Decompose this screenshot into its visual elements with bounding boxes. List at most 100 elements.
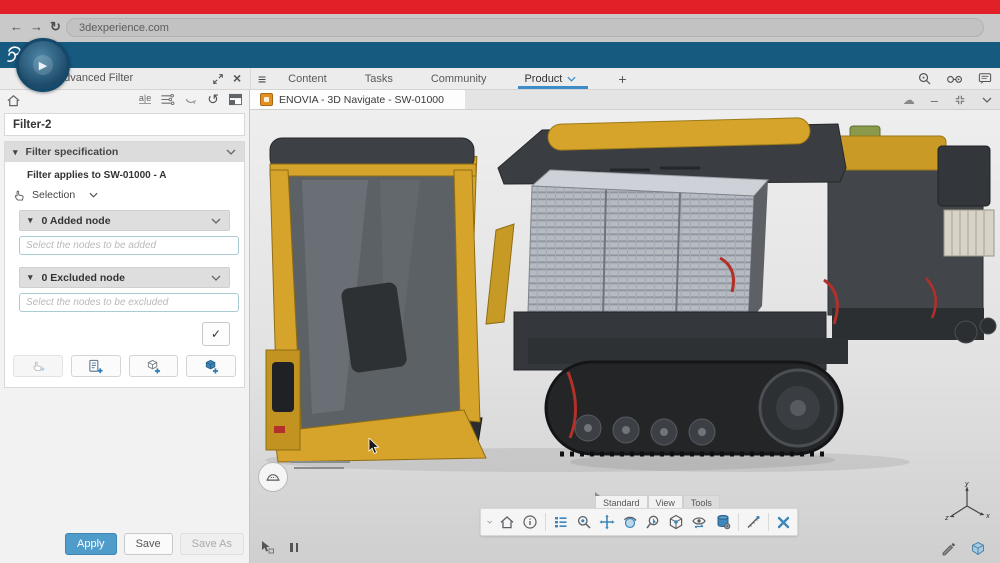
expand-widget-icon[interactable]	[212, 73, 224, 85]
toolbar-tab-view[interactable]: View	[648, 495, 683, 509]
3d-viewport[interactable]: Standard View Tools	[250, 110, 1000, 563]
rear-engine-module	[828, 126, 996, 343]
chevron-down-icon[interactable]	[211, 218, 221, 224]
compass-play-icon[interactable]: ▶	[33, 55, 53, 75]
dashboard-menu-icon[interactable]: ≡	[258, 71, 266, 87]
playback-bar	[260, 540, 298, 554]
added-node-section-header[interactable]: ▾ 0 Added node	[19, 210, 230, 231]
select-pointer-icon[interactable]	[260, 540, 276, 554]
added-node-label: 0 Added node	[42, 215, 111, 227]
tab-tasks[interactable]: Tasks	[365, 73, 393, 85]
undo-icon[interactable]: ↺	[207, 92, 219, 106]
filter-name-row[interactable]: Filter-2	[4, 113, 245, 136]
filter-specification-header[interactable]: ▾ Filter specification	[5, 142, 244, 162]
vtab-label: Tools	[691, 498, 712, 508]
triangle-down-icon: ▾	[28, 272, 33, 283]
toolbar-collapse-chevron-icon[interactable]	[487, 519, 492, 525]
pan-icon[interactable]	[599, 513, 615, 532]
add-tab-icon[interactable]: +	[618, 71, 626, 87]
tab-label: Product	[524, 73, 562, 85]
helmet-icon	[265, 471, 281, 483]
url-text: 3dexperience.com	[79, 22, 169, 34]
layout-panes-icon[interactable]	[228, 93, 243, 106]
axis-z-label: z	[945, 513, 949, 522]
list-add-icon	[88, 359, 103, 374]
toolbar-divider	[768, 513, 769, 531]
corner-tools	[940, 540, 986, 556]
minimize-icon[interactable]: –	[931, 93, 938, 108]
watch-media-icon[interactable]	[946, 72, 964, 85]
address-bar[interactable]: 3dexperience.com	[66, 18, 984, 37]
rename-icon[interactable]: a|e	[139, 94, 151, 104]
iso-view-icon[interactable]	[668, 513, 684, 532]
close-widget-icon[interactable]: ×	[233, 70, 241, 86]
browser-reload-icon[interactable]: ↻	[50, 19, 61, 35]
robot-assistant-button[interactable]	[258, 462, 288, 492]
restore-window-icon[interactable]	[954, 94, 966, 106]
tab-content[interactable]: Content	[288, 73, 327, 85]
database-settings-icon[interactable]	[715, 513, 731, 532]
cube-add-icon	[146, 359, 161, 374]
filter-specification-card: ▾ Filter specification Filter applies to…	[4, 141, 245, 388]
chevron-down-icon[interactable]	[89, 192, 98, 198]
browser-chrome: ← → ↻ 3dexperience.com	[0, 14, 1000, 42]
filter-name-label: Filter-2	[13, 119, 51, 131]
3dexperience-compass[interactable]: ▶	[16, 38, 70, 92]
home-view-icon[interactable]	[499, 513, 515, 532]
selection-dropdown[interactable]: Selection	[13, 188, 234, 202]
select-add-button[interactable]	[13, 355, 63, 377]
info-icon[interactable]	[522, 513, 538, 532]
toolbar-tab-standard[interactable]: Standard	[595, 495, 648, 509]
zoom-select-icon[interactable]	[645, 513, 661, 532]
apply-button[interactable]: Apply	[65, 533, 117, 555]
vtab-label: Standard	[603, 498, 640, 508]
annotate-pen-icon[interactable]	[940, 540, 956, 556]
chat-icon[interactable]	[978, 72, 992, 85]
browser-forward-icon[interactable]: →	[30, 19, 43, 34]
cube-filled-add-icon	[204, 359, 219, 374]
validate-filter-button[interactable]: ✓	[202, 322, 230, 346]
add-product-button[interactable]	[186, 355, 236, 377]
chevron-down-icon[interactable]	[226, 149, 236, 155]
hand-select-icon	[13, 188, 26, 202]
excluded-node-section-header[interactable]: ▾ 0 Excluded node	[19, 267, 230, 288]
chevron-down-icon[interactable]	[567, 76, 576, 82]
apply-label: Apply	[77, 538, 105, 550]
close-toolbar-icon[interactable]	[776, 513, 791, 532]
save-as-button[interactable]: Save As	[180, 533, 244, 555]
add-assembly-button[interactable]	[129, 355, 179, 377]
tab-label: Content	[288, 73, 327, 85]
vtab-label: View	[656, 498, 675, 508]
link-icon[interactable]	[184, 93, 198, 106]
recording-bar	[0, 0, 1000, 14]
excluded-nodes-input[interactable]	[19, 293, 239, 312]
filter-options-icon[interactable]	[160, 93, 175, 106]
axis-triad: y x z	[945, 482, 993, 528]
rotate-icon[interactable]	[622, 513, 638, 532]
tab-label: Tasks	[365, 73, 393, 85]
3d-cube-icon[interactable]	[970, 541, 986, 556]
toolbar-divider	[545, 513, 546, 531]
added-nodes-input[interactable]	[19, 236, 239, 255]
save-button[interactable]: Save	[124, 533, 173, 555]
chevron-down-icon[interactable]	[982, 97, 992, 103]
home-icon[interactable]	[6, 93, 21, 108]
toolbar-tab-tools[interactable]: Tools	[683, 495, 720, 509]
selection-label: Selection	[32, 189, 75, 201]
model-tree-icon[interactable]	[553, 513, 569, 532]
visibility-swap-icon[interactable]	[691, 513, 708, 532]
search-help-icon[interactable]	[917, 71, 932, 86]
pause-icon[interactable]	[290, 543, 298, 552]
tab-product[interactable]: Product	[524, 73, 576, 85]
hand-add-icon	[31, 359, 45, 373]
operator-cab	[266, 138, 486, 468]
triangle-down-icon: ▾	[28, 215, 33, 226]
chevron-down-icon[interactable]	[211, 275, 221, 281]
browser-back-icon[interactable]: ←	[10, 19, 23, 34]
tab-community[interactable]: Community	[431, 73, 487, 85]
toolbar-divider	[738, 513, 739, 531]
zoom-icon[interactable]	[576, 513, 592, 532]
add-from-list-button[interactable]	[71, 355, 121, 377]
enovia-app-tab[interactable]: ENOVIA - 3D Navigate - SW-01000	[250, 90, 465, 109]
measure-icon[interactable]	[745, 513, 761, 532]
